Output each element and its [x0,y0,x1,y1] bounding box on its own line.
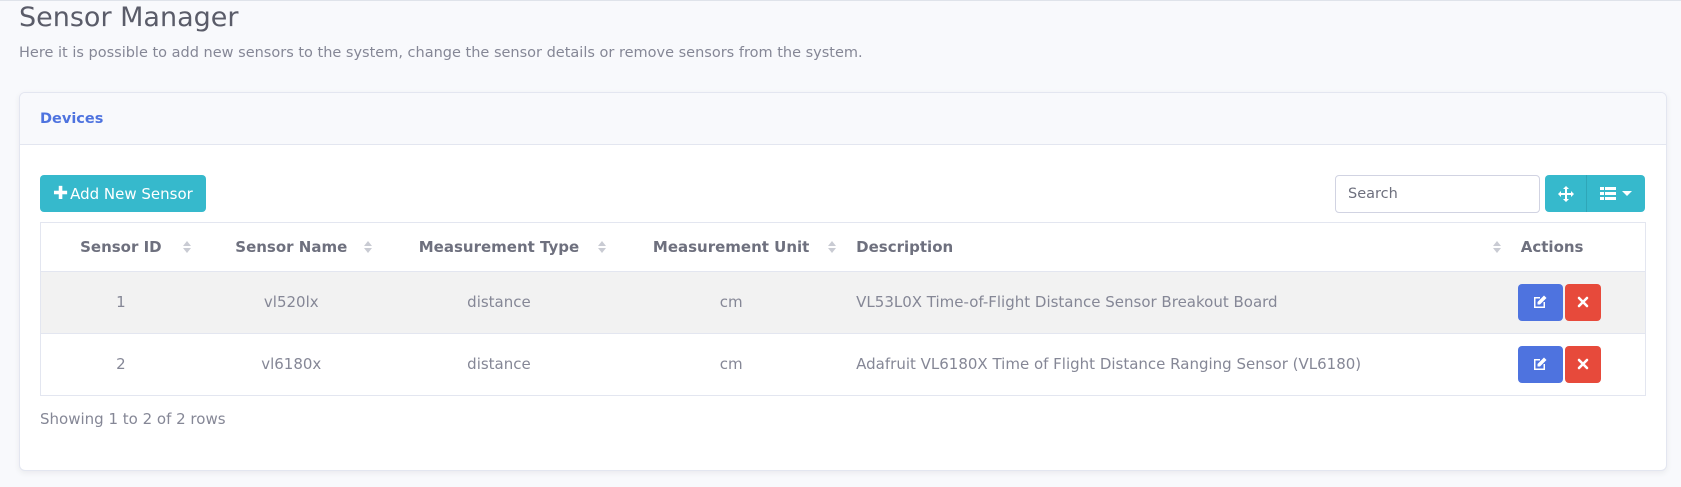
sort-icon [363,240,372,253]
column-label: Description [856,237,954,256]
add-new-sensor-button[interactable]: ✚ Add New Sensor [40,175,206,212]
delete-button[interactable] [1564,283,1601,321]
page-description: Here it is possible to add new sensors t… [19,45,863,61]
column-sensor-name[interactable]: Sensor Name [201,223,382,271]
toggle-view-button[interactable] [1545,175,1587,212]
column-label: Measurement Type [418,237,580,256]
cell-measurement-unit: cm [616,270,847,333]
sensors-table: Sensor ID Sensor Name Measurement Type M… [40,222,1646,396]
edit-button[interactable] [1517,283,1563,321]
cell-sensor-id: 1 [41,270,201,333]
column-label: Sensor ID [80,237,162,256]
close-icon [1577,296,1589,308]
table-row: 2 vl6180x distance cm Adafruit VL6180X T… [41,332,1645,395]
sort-icon [598,240,607,253]
cell-actions [1510,270,1645,333]
cell-actions [1510,332,1645,395]
chevron-down-icon [1622,191,1632,196]
column-description[interactable]: Description [846,223,1511,271]
cell-description: VL53L0X Time-of-Flight Distance Sensor B… [846,270,1511,333]
close-icon [1577,358,1589,370]
column-measurement-type[interactable]: Measurement Type [382,223,616,271]
column-actions: Actions [1511,223,1645,271]
card-header: Devices [20,93,1666,145]
sort-icon [182,240,191,253]
delete-button[interactable] [1564,345,1601,383]
devices-card: Devices ✚ Add New Sensor Search Sensor I… [19,92,1667,471]
cell-measurement-type: distance [381,270,617,333]
pagination-summary: Showing 1 to 2 of 2 rows [40,410,226,428]
table-toolbar [1545,175,1645,212]
sort-icon [828,240,837,253]
column-label: Sensor Name [235,237,348,256]
search-input[interactable] [1335,175,1540,213]
table-header-row: Sensor ID Sensor Name Measurement Type M… [41,223,1645,271]
column-measurement-unit[interactable]: Measurement Unit [616,223,846,271]
cell-measurement-type: distance [381,332,617,395]
list-icon [1600,186,1616,200]
sort-icon [1492,240,1501,253]
edit-icon [1534,295,1547,308]
page-title: Sensor Manager [19,2,239,33]
column-label: Measurement Unit [652,237,810,256]
add-new-sensor-label: Add New Sensor [70,184,193,203]
table-row: 1 vl520lx distance cm VL53L0X Time-of-Fl… [41,270,1645,333]
cell-sensor-name: vl6180x [200,332,382,395]
cell-sensor-id: 2 [41,332,201,395]
cell-description: Adafruit VL6180X Time of Flight Distance… [846,332,1511,395]
card-title: Devices [40,110,104,127]
columns-dropdown-button[interactable] [1587,175,1645,212]
plus-icon: ✚ [53,183,69,204]
edit-button[interactable] [1517,345,1563,383]
cell-measurement-unit: cm [616,332,847,395]
column-label: Actions [1520,237,1584,256]
arrows-move-icon [1557,185,1574,202]
edit-icon [1534,357,1547,371]
column-sensor-id[interactable]: Sensor ID [41,223,201,271]
cell-sensor-name: vl520lx [200,270,382,333]
